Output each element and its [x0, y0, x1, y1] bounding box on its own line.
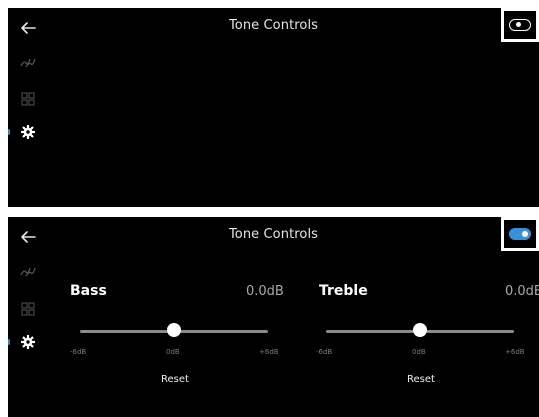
treble-tick-max: +6dB: [505, 348, 525, 356]
tone-controls-screen-off: Tone Controls: [8, 8, 539, 207]
waveform-icon[interactable]: [20, 54, 36, 70]
active-nav-indicator: [8, 129, 10, 135]
bass-label: Bass: [70, 283, 107, 299]
bass-tick-min: -6dB: [70, 348, 87, 356]
treble-slider-thumb[interactable]: [413, 323, 427, 337]
bass-tick-max: +6dB: [259, 348, 279, 356]
bass-reset-button[interactable]: Reset: [161, 374, 189, 385]
tone-toggle-switch[interactable]: [509, 228, 531, 240]
tone-controls-screen-on: Tone Controls Bass 0.0dB -6dB 0dB +6dB R…: [8, 217, 539, 417]
tone-toggle-focus-frame: [501, 8, 539, 42]
treble-reset-button[interactable]: Reset: [407, 374, 435, 385]
waveform-icon[interactable]: [20, 263, 36, 279]
bass-value: 0.0dB: [246, 284, 284, 299]
bass-tick-mid: 0dB: [166, 348, 180, 356]
gear-icon[interactable]: [20, 124, 36, 140]
toggle-knob: [522, 230, 528, 237]
grid-icon[interactable]: [20, 301, 36, 317]
tone-toggle-focus-frame: [501, 217, 539, 251]
treble-label: Treble: [319, 283, 368, 299]
treble-tick-min: -6dB: [316, 348, 333, 356]
bass-slider-thumb[interactable]: [167, 323, 181, 337]
tone-toggle-switch[interactable]: [509, 19, 531, 31]
treble-value: 0.0dB: [505, 284, 539, 299]
page-title: Tone Controls: [228, 227, 319, 242]
treble-tick-mid: 0dB: [412, 348, 426, 356]
page-title: Tone Controls: [228, 18, 319, 33]
active-nav-indicator: [8, 339, 10, 345]
gear-icon[interactable]: [20, 334, 36, 350]
grid-icon[interactable]: [20, 91, 36, 107]
toggle-knob: [516, 22, 521, 27]
